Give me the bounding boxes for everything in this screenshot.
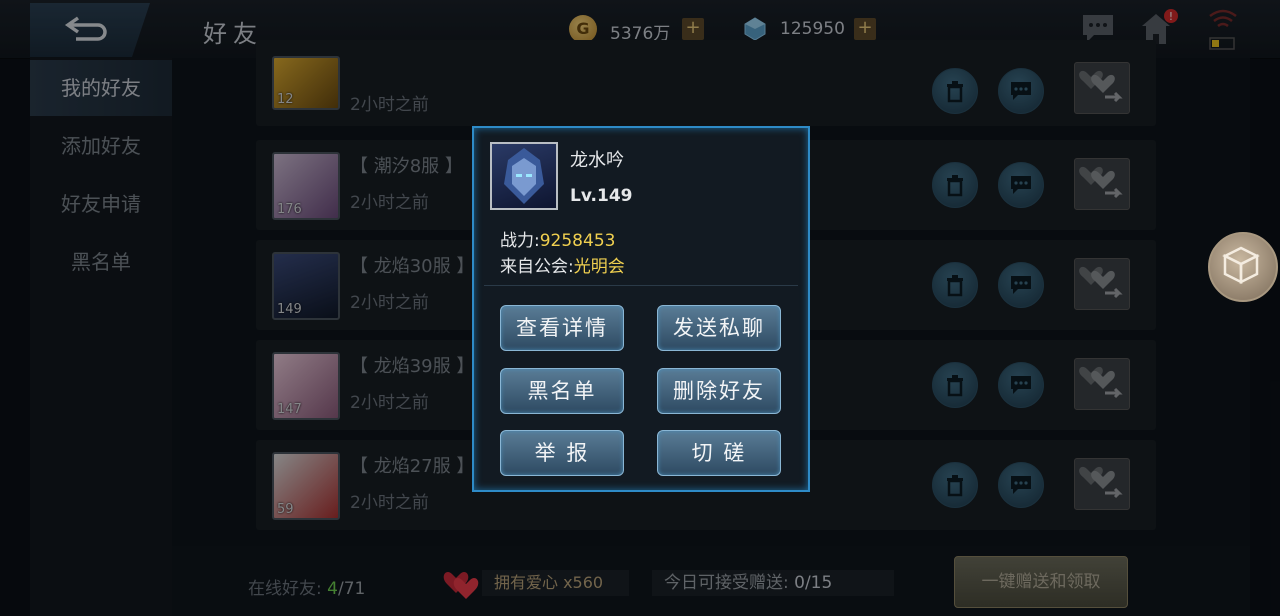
popup-player-name: 龙水吟 (570, 150, 624, 171)
view-details-button[interactable]: 查看详情 (500, 305, 624, 351)
delete-friend-popup-button[interactable]: 删除好友 (657, 368, 781, 414)
floating-menu-button[interactable] (1208, 232, 1278, 302)
blacklist-button[interactable]: 黑名单 (500, 368, 624, 414)
popup-avatar (490, 142, 558, 210)
report-button[interactable]: 举 报 (500, 430, 624, 476)
popup-guild: 来自公会:光明会 (500, 252, 625, 277)
friend-detail-popup: 龙水吟 Lv.149 战力:9258453 来自公会:光明会 查看详情 发送私聊… (472, 126, 810, 492)
popup-power: 战力:9258453 (500, 226, 615, 251)
cube-icon (1222, 246, 1260, 285)
hero-portrait (504, 148, 544, 204)
guild-label: 来自公会: (500, 257, 574, 277)
power-label: 战力: (500, 231, 540, 251)
popup-player-level: Lv.149 (570, 186, 633, 206)
duel-button[interactable]: 切 磋 (657, 430, 781, 476)
power-value: 9258453 (539, 231, 616, 251)
popup-divider (484, 285, 798, 286)
send-private-chat-button[interactable]: 发送私聊 (657, 305, 781, 351)
guild-value: 光明会 (573, 257, 625, 277)
